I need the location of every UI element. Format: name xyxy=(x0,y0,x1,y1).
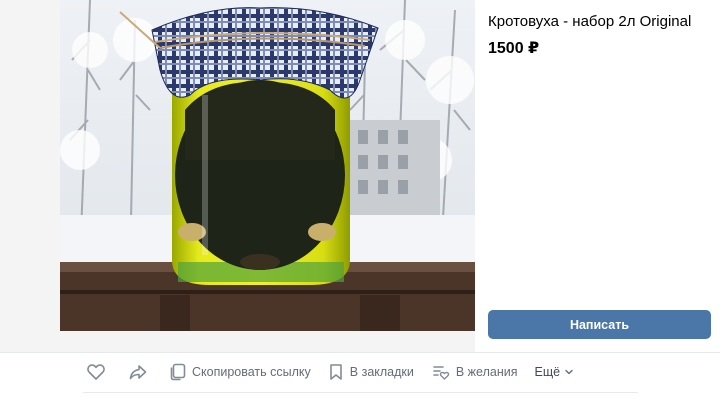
heart-icon xyxy=(86,362,106,382)
wishlist-button[interactable]: В желания xyxy=(432,363,518,381)
like-button[interactable] xyxy=(86,362,106,382)
bookmark-icon xyxy=(328,363,344,381)
product-photo[interactable] xyxy=(60,0,475,331)
more-label: Ещё xyxy=(534,365,561,379)
product-title: Кротовуха - набор 2л Original xyxy=(488,13,692,30)
chevron-down-icon xyxy=(564,367,574,377)
share-button[interactable] xyxy=(128,362,148,382)
photo-bottom-strip xyxy=(60,331,475,352)
product-price: 1500 ₽ xyxy=(488,40,540,57)
wishlist-label: В желания xyxy=(455,365,518,379)
actions-top-divider xyxy=(0,352,720,353)
more-button[interactable]: Ещё xyxy=(534,365,574,379)
bookmark-label: В закладки xyxy=(349,365,414,379)
write-button[interactable]: Написать xyxy=(488,310,711,339)
action-bar: Скопировать ссылку В закладки В желания … xyxy=(86,360,574,384)
copy-link-label: Скопировать ссылку xyxy=(192,365,311,379)
copy-icon xyxy=(168,363,186,381)
product-info: Кротовуха - набор 2л Original 1500 ₽ xyxy=(488,12,713,58)
copy-link-button[interactable]: Скопировать ссылку xyxy=(168,363,311,381)
share-arrow-icon xyxy=(128,362,148,382)
product-photo-area xyxy=(0,0,475,352)
wishlist-icon xyxy=(432,363,450,381)
bookmark-button[interactable]: В закладки xyxy=(328,363,414,381)
actions-bottom-divider xyxy=(83,392,638,393)
